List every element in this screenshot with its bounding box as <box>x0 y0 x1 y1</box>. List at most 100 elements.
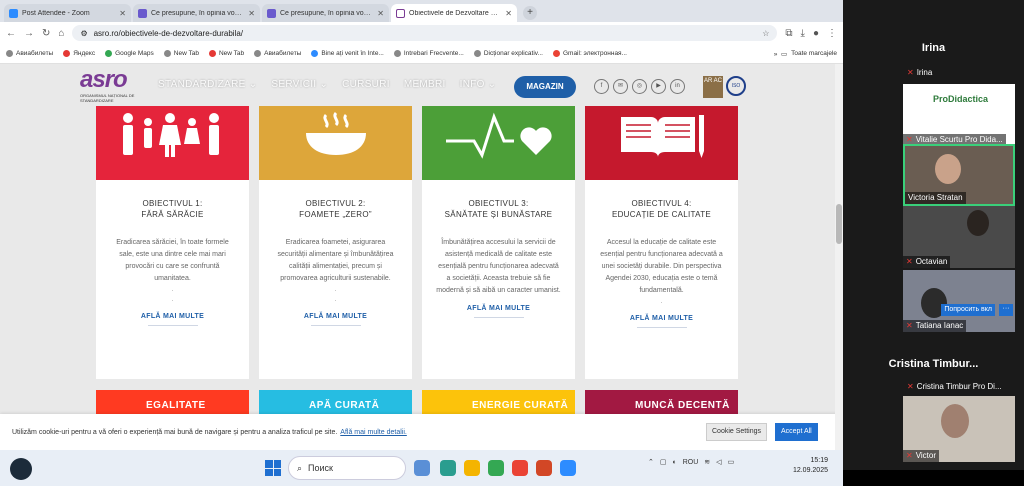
forward-icon[interactable]: → <box>24 28 34 39</box>
learn-more-link[interactable]: AFLĂ MAI MULTE <box>585 315 738 322</box>
accept-all-button[interactable]: Accept All <box>775 423 818 441</box>
bowl-icon <box>305 111 366 155</box>
sdg-card-1: OBIECTIVUL 1: FĂRĂ SĂRĂCIE Eradicarea să… <box>96 106 249 379</box>
bookmark-item[interactable]: Яндекс <box>63 50 95 57</box>
search-icon: ⌕ <box>297 462 303 473</box>
cookie-details-link[interactable]: Află mai multe detalii. <box>340 429 407 436</box>
extensions-icon[interactable]: ⧉ <box>785 28 792 39</box>
ask-to-unmute-button[interactable]: Попросить вкл <box>941 304 995 316</box>
profile-avatar[interactable]: ● <box>813 28 819 39</box>
instagram-icon[interactable]: ◎ <box>632 79 647 94</box>
url-text: asro.ro/obiectivele-de-dezvoltare-durabi… <box>93 28 244 38</box>
all-bookmarks[interactable]: » ▭ Toate marcajele <box>774 50 837 58</box>
chrome-icon[interactable] <box>488 460 504 476</box>
tray-icon[interactable]: ▢ <box>660 458 667 466</box>
site-logo[interactable]: asro ORGANISMUL NAȚIONAL DE STANDARDIZAR… <box>80 67 146 104</box>
bookmark-star-icon[interactable]: ☆ <box>762 29 769 38</box>
volume-icon[interactable]: ◁ <box>716 458 721 466</box>
avatar <box>967 210 989 236</box>
magazin-button[interactable]: MAGAZIN <box>514 76 576 98</box>
participant-tile-octavian[interactable]: ✕ Octavian <box>903 206 1015 268</box>
card-description: Eradicarea sărăciei, în toate formele sa… <box>116 239 229 282</box>
zoom-icon[interactable] <box>560 460 576 476</box>
nav-membri[interactable]: MEMBRI <box>404 79 446 90</box>
learn-more-link[interactable]: AFLĂ MAI MULTE <box>96 313 249 320</box>
cookie-settings-button[interactable]: Cookie Settings <box>706 423 768 441</box>
menu-icon[interactable]: ⋮ <box>827 28 837 39</box>
site-header: asro ORGANISMUL NAȚIONAL DE STANDARDIZAR… <box>0 64 843 106</box>
bookmark-item[interactable]: Google Maps <box>105 50 154 57</box>
bookmark-item[interactable]: New Tab <box>163 50 199 57</box>
more-options-button[interactable]: ··· <box>999 304 1013 316</box>
learn-more-link[interactable]: AFLĂ MAI MULTE <box>259 313 412 320</box>
scroll-thumb[interactable] <box>836 204 842 244</box>
chevron-up-icon[interactable]: ⌃ <box>648 458 654 466</box>
close-icon[interactable]: ✕ <box>248 9 255 18</box>
site-info-icon[interactable]: ⚙ <box>80 29 87 38</box>
widgets-icon[interactable] <box>10 458 32 480</box>
participant-irina: ✕ Irina <box>907 68 933 77</box>
arac-badge: AR AC <box>703 76 723 98</box>
close-icon[interactable]: ✕ <box>377 9 384 18</box>
start-button[interactable] <box>265 460 281 476</box>
bookmark-item[interactable]: Intrebari Frecvente... <box>393 50 464 57</box>
close-icon[interactable]: ✕ <box>505 9 512 18</box>
nav-info[interactable]: INFO ⌄ <box>460 79 497 90</box>
close-icon[interactable]: ✕ <box>119 9 126 18</box>
wifi-icon[interactable]: ≋ <box>704 458 710 466</box>
reload-icon[interactable]: ↻ <box>42 28 50 39</box>
clock[interactable]: 15:19 12.09.2025 <box>780 456 828 476</box>
card-banner <box>422 106 575 166</box>
tray-icon[interactable]: ◐ <box>673 459 677 466</box>
featured-name: Cristina Timbur... <box>888 358 979 370</box>
chrome-icon[interactable] <box>512 460 528 476</box>
bookmark-item[interactable]: Gmail: электронная... <box>552 50 627 57</box>
download-icon[interactable]: ⤓ <box>801 28 805 39</box>
url-field[interactable]: ⚙ asro.ro/obiectivele-de-dezvoltare-dura… <box>72 25 778 41</box>
tab-zoom[interactable]: Post Attendee - Zoom ✕ <box>4 4 131 22</box>
learn-more-link[interactable]: AFLĂ MAI MULTE <box>422 305 575 312</box>
taskbar-search[interactable]: ⌕ Поиск <box>288 456 406 480</box>
home-icon[interactable]: ⌂ <box>58 28 64 39</box>
youtube-icon[interactable]: ▶ <box>651 79 666 94</box>
back-icon[interactable]: ← <box>6 28 16 39</box>
bookmark-item[interactable]: Bine ați venit în Inte... <box>311 50 384 57</box>
nav-servicii[interactable]: SERVICII ⌄ <box>271 79 328 90</box>
page-scrollbar[interactable] <box>835 64 843 450</box>
card-banner <box>585 106 738 166</box>
featured-name: Irina <box>921 42 946 54</box>
screen: Post Attendee - Zoom ✕ Ce presupune, în … <box>0 0 1024 486</box>
bookmark-item[interactable]: New Tab <box>208 50 244 57</box>
card-title: OBIECTIVUL 3: SĂNĂTATE ȘI BUNĂSTARE <box>444 199 553 219</box>
linkedin-icon[interactable]: in <box>670 79 685 94</box>
mic-muted-icon: ✕ <box>907 382 914 391</box>
nav-cursuri[interactable]: CURSURI <box>342 79 390 90</box>
forms-favicon-icon <box>138 8 147 18</box>
bookmark-item[interactable]: Dicționar explicativ... <box>473 50 543 57</box>
battery-icon[interactable]: ▭ <box>728 458 735 466</box>
mic-muted-icon: ✕ <box>906 257 913 266</box>
participant-tile-vitalie[interactable]: ProDidactica ✕ Vitalie Scurtu Pro Dida... <box>903 84 1015 146</box>
tab-opinion-2[interactable]: Ce presupune, în opinia voastră ✕ <box>262 4 389 22</box>
tab-opinion-1[interactable]: Ce presupune, în opinia voastră ✕ <box>133 4 260 22</box>
address-bar-row: ← → ↻ ⌂ ⚙ asro.ro/obiectivele-de-dezvolt… <box>0 22 843 44</box>
bookmark-item[interactable]: Авиабилеты <box>254 50 301 57</box>
participant-tile-tatiana[interactable]: Попросить вкл ··· ✕ Tatiana Ianac <box>903 270 1015 332</box>
powerpoint-icon[interactable] <box>536 460 552 476</box>
mic-muted-icon: ✕ <box>906 451 913 460</box>
new-tab-button[interactable]: + <box>523 6 537 20</box>
language-indicator[interactable]: ROU <box>683 459 699 466</box>
bookmark-item[interactable]: Авиабилеты <box>6 50 53 57</box>
participant-tile-victor[interactable]: ✕ Victor <box>903 396 1015 462</box>
nav-standardizare[interactable]: STANDARDIZARE ⌄ <box>158 79 257 90</box>
forms-favicon-icon <box>267 8 276 18</box>
browser-window: Post Attendee - Zoom ✕ Ce presupune, în … <box>0 0 843 450</box>
mail-icon[interactable]: ✉ <box>613 79 628 94</box>
explorer-icon[interactable] <box>464 460 480 476</box>
tab-active[interactable]: Obiectivele de Dezvoltare Dura ✕ <box>391 4 517 22</box>
facebook-icon[interactable]: f <box>594 79 609 94</box>
participant-tile-victoria[interactable]: Victoria Stratan <box>903 144 1015 206</box>
edge-icon[interactable] <box>440 460 456 476</box>
card-title: OBIECTIVUL 2: FOAMETE „ZERO” <box>299 199 372 219</box>
task-view-icon[interactable] <box>414 460 430 476</box>
